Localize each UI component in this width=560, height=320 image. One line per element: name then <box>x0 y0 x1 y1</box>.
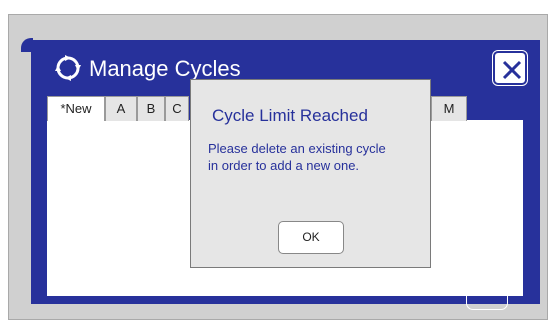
tab-b[interactable]: B <box>137 96 165 121</box>
tab-new[interactable]: *New <box>47 96 105 121</box>
tab-m[interactable]: M <box>431 96 467 121</box>
dialog-title: Cycle Limit Reached <box>212 106 368 125</box>
close-button[interactable] <box>493 51 527 85</box>
tab-c[interactable]: C <box>165 96 189 121</box>
cycle-limit-dialog: Cycle Limit Reached Please delete an exi… <box>190 79 431 268</box>
bottom-button[interactable] <box>466 296 508 310</box>
cycle-arrows-icon <box>53 53 83 83</box>
close-icon <box>502 60 522 80</box>
tab-a[interactable]: A <box>105 96 137 121</box>
ok-button[interactable]: OK <box>278 221 344 254</box>
dialog-message: Please delete an existing cycle in order… <box>208 141 386 173</box>
